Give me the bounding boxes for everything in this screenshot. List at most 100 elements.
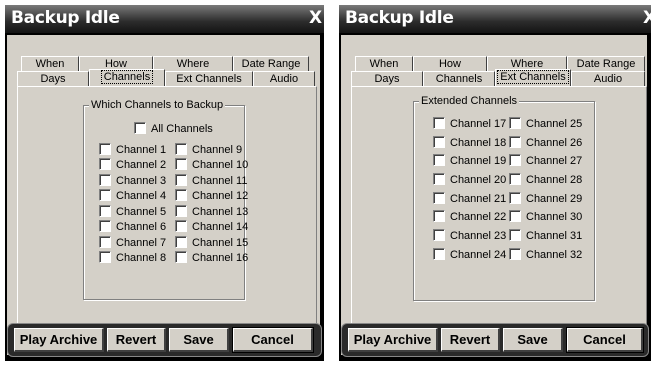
channel-checkbox[interactable]: Channel 10 [175,158,249,173]
title-bar[interactable]: Backup Idle X [5,5,324,34]
channel-checkbox[interactable]: Channel 6 [99,220,166,235]
channel-checkbox[interactable]: Channel 31 [509,229,582,244]
checkbox-box [433,229,445,242]
window-title: Backup Idle [11,8,120,28]
channel-checkbox[interactable]: Channel 18 [433,136,506,151]
checkbox-label: Channel 8 [116,252,167,264]
channel-checkbox[interactable]: Channel 13 [175,205,249,220]
tab-audio[interactable]: Audio [571,71,645,86]
channel-checkbox[interactable]: Channel 5 [99,205,167,220]
checkbox-label: Channel 23 [450,230,507,242]
channel-checkbox[interactable]: Channel 25 [509,117,583,132]
tab-days[interactable]: Days [17,71,89,86]
save-button[interactable]: Save [503,328,563,352]
checkbox-label: Channel 30 [526,211,583,223]
channel-checkbox[interactable]: Channel 26 [509,136,583,151]
save-button[interactable]: Save [169,328,229,352]
channel-checkbox[interactable]: Channel 21 [433,192,507,207]
tab-ext-channels-label: Ext Channels [497,70,569,84]
channel-checkbox[interactable]: Channel 23 [433,229,507,244]
checkbox-label: Channel 25 [526,118,583,130]
checkbox-label: Channel 32 [526,249,583,261]
tab-channels[interactable]: Channels [423,71,495,86]
channel-checkbox[interactable]: Channel 16 [175,251,249,266]
tab-how[interactable]: How [413,56,487,71]
checkbox-label: Channel 15 [192,237,249,249]
channels-group-label: Which Channels to Backup [89,99,226,111]
tab-ext-channels[interactable]: Ext Channels [495,69,571,86]
checkbox-label: Channel 21 [450,193,507,205]
checkbox-box [509,210,521,223]
checkbox-label: Channel 1 [116,144,167,156]
channel-checkbox[interactable]: Channel 24 [433,248,506,263]
channel-checkbox[interactable]: Channel 12 [175,189,248,204]
channel-checkbox[interactable]: Channel 29 [509,192,582,207]
tab-date-range[interactable]: Date Range [233,56,309,71]
channel-checkbox[interactable]: Channel 17 [433,117,506,132]
checkbox-box [175,205,187,218]
checkbox-box [509,192,521,205]
cancel-button[interactable]: Cancel [566,327,644,353]
channel-checkbox[interactable]: Channel 27 [509,154,583,169]
checkbox-box [175,189,187,202]
tab-where[interactable]: Where [153,56,233,71]
channel-checkbox[interactable]: Channel 22 [433,210,506,225]
revert-button[interactable]: Revert [441,328,500,352]
close-icon[interactable]: X [309,8,322,28]
checkbox-box [509,248,521,261]
checkbox-label: Channel 26 [526,137,583,149]
play-archive-button[interactable]: Play Archive [14,328,104,352]
channel-checkbox[interactable]: Channel 1 [99,143,167,158]
checkbox-label: Channel 10 [192,159,249,171]
channel-checkbox[interactable]: Channel 3 [99,174,166,189]
channel-checkbox[interactable]: Channel 4 [99,189,166,204]
tab-ext-channels[interactable]: Ext Channels [165,71,253,86]
checkbox-label: Channel 5 [116,206,167,218]
cancel-button[interactable]: Cancel [232,327,314,353]
checkbox-label: Channel 2 [116,159,167,171]
checkbox-label: Channel 20 [450,174,507,186]
checkbox-label: Channel 11 [192,175,248,187]
extended-channels-group-label: Extended Channels [419,95,520,107]
channel-checkbox[interactable]: Channel 30 [509,210,583,225]
backup-window-channels: Backup Idle X When How Where Date Range … [5,5,324,361]
tab-channels[interactable]: Channels [89,69,165,86]
channel-checkbox[interactable]: Channel 20 [433,173,507,188]
close-icon[interactable]: X [643,8,651,28]
channel-checkbox[interactable]: Channel 9 [175,143,242,158]
checkbox-label: Channel 14 [192,221,249,233]
checkbox-box [175,158,187,171]
channel-checkbox[interactable]: Channel 7 [99,236,167,251]
checkbox-label: Channel 19 [450,155,507,167]
window-client-area: When How Where Date Range Days Channels … [7,35,320,355]
checkbox-box [509,154,521,167]
tab-when[interactable]: When [21,56,79,71]
checkbox-label: All Channels [151,123,213,135]
checkbox-box [99,189,111,202]
tab-when[interactable]: When [355,56,413,71]
tab-date-range[interactable]: Date Range [567,56,645,71]
checkbox-box [99,205,111,218]
checkbox-label: Channel 27 [526,155,583,167]
channel-checkbox[interactable]: Channel 15 [175,236,249,251]
checkbox-box [99,158,111,171]
channel-checkbox[interactable]: Channel 32 [509,248,583,263]
play-archive-button[interactable]: Play Archive [348,328,438,352]
all-channels-checkbox[interactable]: All Channels [134,122,213,137]
checkbox-box [433,248,445,261]
channel-checkbox[interactable]: Channel 14 [175,220,249,235]
checkbox-label: Channel 16 [192,252,249,264]
tab-days[interactable]: Days [351,71,423,86]
channel-checkbox[interactable]: Channel 19 [433,154,507,169]
channel-checkbox[interactable]: Channel 8 [99,251,167,266]
channel-checkbox[interactable]: Channel 2 [99,158,167,173]
channel-checkbox[interactable]: Channel 11 [175,174,248,189]
checkbox-box [433,154,445,167]
revert-button[interactable]: Revert [107,328,166,352]
checkbox-label: Channel 13 [192,206,249,218]
checkbox-box [509,229,521,242]
title-bar[interactable]: Backup Idle X [339,5,651,34]
checkbox-label: Channel 7 [116,237,167,249]
channel-checkbox[interactable]: Channel 28 [509,173,582,188]
tab-audio[interactable]: Audio [253,71,315,86]
